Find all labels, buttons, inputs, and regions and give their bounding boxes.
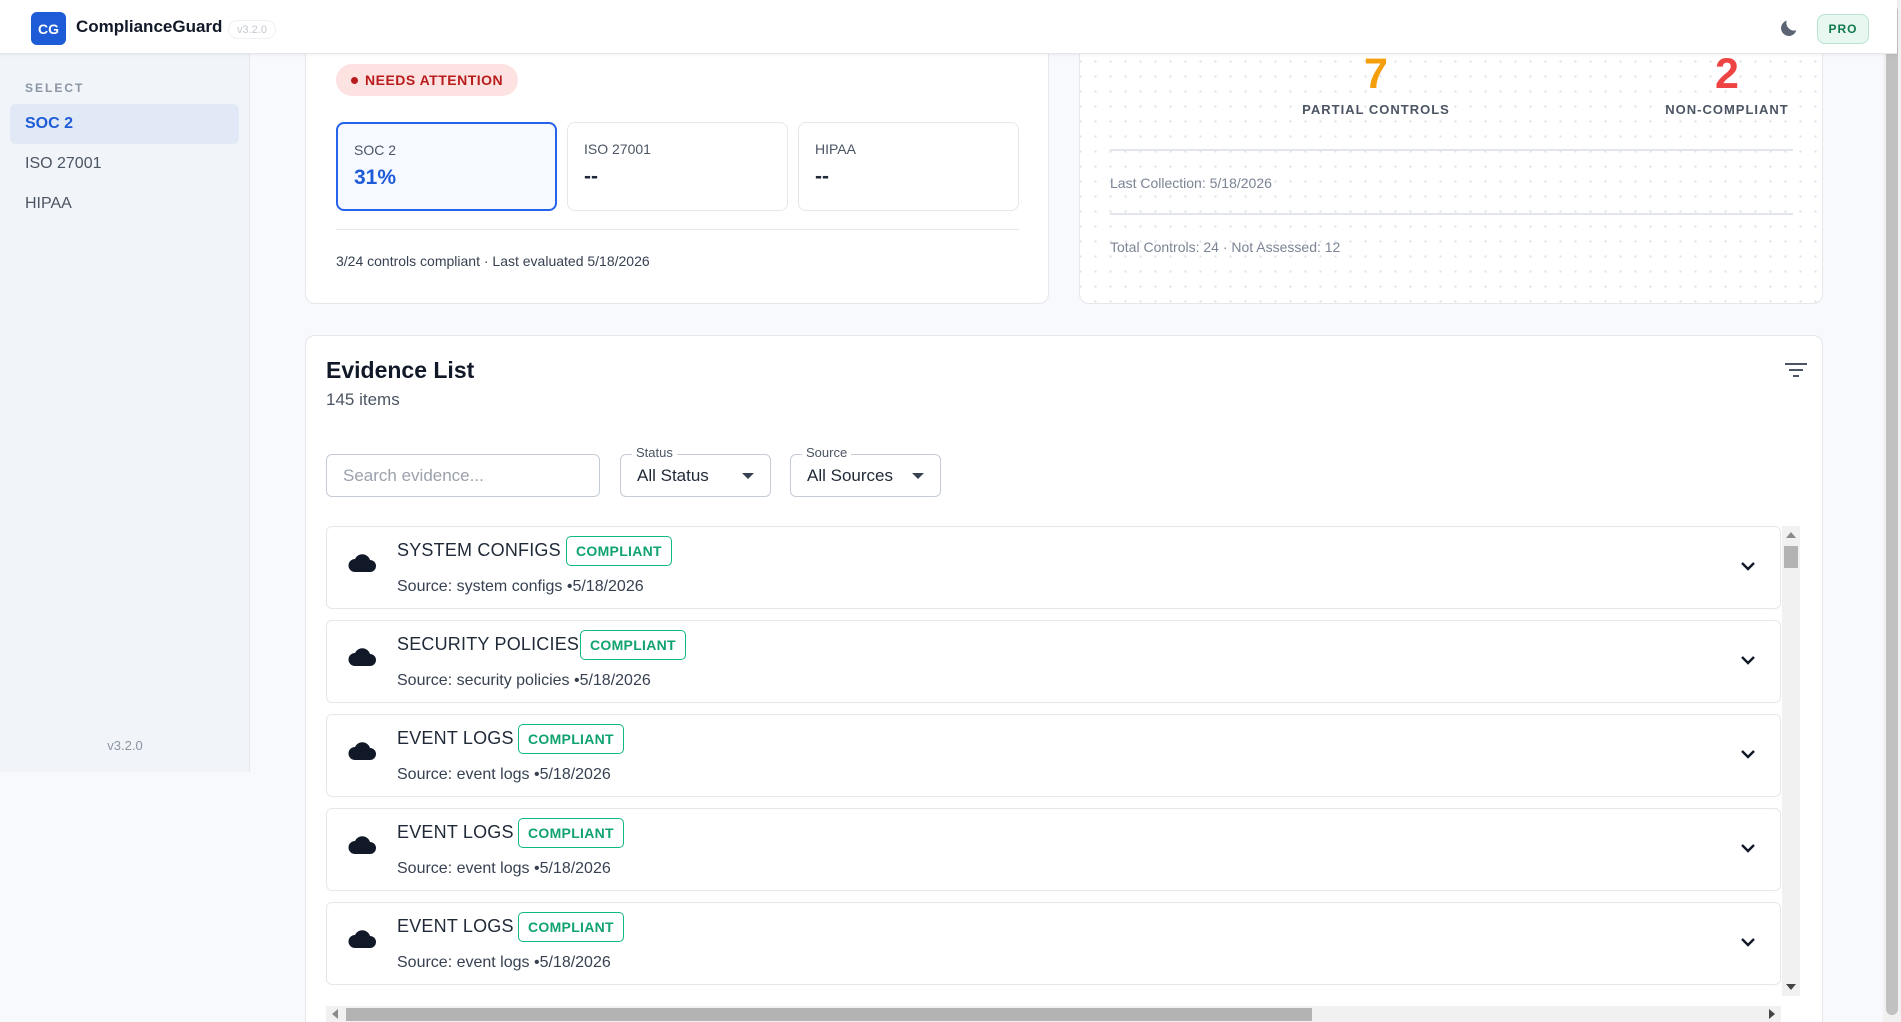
partial-controls-label: PARTIAL CONTROLS xyxy=(1302,102,1450,117)
noncompliant-label: NON-COMPLIANT xyxy=(1665,102,1789,117)
divider xyxy=(1110,213,1793,215)
status-badge: COMPLIANT xyxy=(518,724,624,754)
evidence-list-title: Evidence List xyxy=(326,357,475,383)
noncompliant-count: 2 xyxy=(1715,50,1739,98)
last-collection: Last Collection: 5/18/2026 xyxy=(1110,175,1272,191)
evidence-source: Source: system configs •5/18/2026 xyxy=(397,578,644,595)
version-chip: v3.2.0 xyxy=(228,20,276,39)
cloud-icon xyxy=(348,554,376,572)
list-item[interactable]: EVENT LOGS COMPLIANT Source: event logs … xyxy=(326,714,1781,797)
evidence-source: Source: event logs •5/18/2026 xyxy=(397,766,611,783)
pro-badge[interactable]: PRO xyxy=(1817,14,1869,44)
cloud-icon xyxy=(348,648,376,666)
chevron-down-icon[interactable] xyxy=(1739,933,1757,951)
evidence-title: EVENT LOGS xyxy=(397,728,514,748)
framework-score: -- xyxy=(584,165,598,188)
status-dot-icon xyxy=(351,76,358,84)
status-badge: COMPLIANT xyxy=(518,818,624,848)
framework-card-hipaa[interactable]: HIPAA -- xyxy=(798,122,1019,211)
evidence-source: Source: event logs •5/18/2026 xyxy=(397,954,611,971)
status-badge: COMPLIANT xyxy=(566,536,672,566)
framework-name: ISO 27001 xyxy=(584,141,651,157)
moon-icon[interactable] xyxy=(1778,17,1800,39)
cloud-icon xyxy=(348,742,376,760)
list-item[interactable]: EVENT LOGS COMPLIANT Source: event logs … xyxy=(326,902,1781,985)
scrollbar-thumb[interactable] xyxy=(1784,546,1798,568)
total-controls: Total Controls: 24 · Not Assessed: 12 xyxy=(1110,239,1341,255)
chevron-down-icon[interactable] xyxy=(1739,557,1757,575)
status-badge: COMPLIANT xyxy=(518,912,624,942)
list-item[interactable]: SECURITY POLICIES COMPLIANT Source: secu… xyxy=(326,620,1781,703)
filter-icon[interactable] xyxy=(1784,360,1808,380)
page-scrollbar[interactable] xyxy=(1883,0,1901,1022)
source-select-label: Source xyxy=(802,445,852,460)
scroll-up-icon[interactable] xyxy=(1786,532,1796,538)
status-select-label: Status xyxy=(632,445,677,460)
app-logo: CG xyxy=(31,12,66,45)
evidence-title: EVENT LOGS xyxy=(397,822,514,842)
framework-name: SOC 2 xyxy=(354,142,397,158)
status-select-value: All Status xyxy=(637,465,709,485)
chevron-down-icon[interactable] xyxy=(1739,651,1757,669)
chevron-down-icon[interactable] xyxy=(1739,745,1757,763)
chevron-down-icon xyxy=(742,473,754,479)
scrollbar-thumb[interactable] xyxy=(1886,5,1898,1015)
scroll-right-icon[interactable] xyxy=(1769,1009,1775,1019)
framework-card-soc2[interactable]: SOC 2 31% xyxy=(336,122,557,211)
status-badge-label: NEEDS ATTENTION xyxy=(365,72,504,88)
controls-summary: 3/24 controls compliant · Last evaluated… xyxy=(336,253,650,269)
stats-card: 7 PARTIAL CONTROLS 2 NON-COMPLIANT Last … xyxy=(1079,30,1823,304)
list-horizontal-scrollbar[interactable] xyxy=(326,1006,1781,1022)
evidence-source: Source: security policies •5/18/2026 xyxy=(397,672,651,689)
source-select-value: All Sources xyxy=(807,465,893,485)
compliance-overview-card: NEEDS ATTENTION SOC 2 31% ISO 27001 -- H… xyxy=(305,30,1049,304)
framework-name: HIPAA xyxy=(815,141,856,157)
divider xyxy=(336,229,1019,230)
scrollbar-thumb[interactable] xyxy=(346,1008,1312,1021)
cloud-icon xyxy=(348,836,376,854)
framework-score: 31% xyxy=(354,166,397,189)
framework-card-iso27001[interactable]: ISO 27001 -- xyxy=(567,122,788,211)
sidebar-item-soc2[interactable]: SOC 2 xyxy=(10,104,239,144)
sidebar-item-hipaa[interactable]: HIPAA xyxy=(10,184,239,224)
sidebar-item-iso27001[interactable]: ISO 27001 xyxy=(10,144,239,184)
evidence-title: EVENT LOGS xyxy=(397,916,514,936)
divider xyxy=(1110,149,1793,151)
list-vertical-scrollbar[interactable] xyxy=(1782,526,1800,996)
search-input[interactable] xyxy=(326,454,600,497)
chevron-down-icon[interactable] xyxy=(1739,839,1757,857)
sidebar: SELECT SOC 2 ISO 27001 HIPAA v3.2.0 xyxy=(0,54,250,772)
evidence-title: SECURITY POLICIES xyxy=(397,634,580,654)
app-name: ComplianceGuard xyxy=(76,17,223,36)
evidence-title: SYSTEM CONFIGS xyxy=(397,540,561,560)
status-badge: NEEDS ATTENTION xyxy=(336,64,519,96)
scroll-down-icon[interactable] xyxy=(1786,984,1796,990)
sidebar-heading: SELECT xyxy=(25,81,85,95)
evidence-list: SYSTEM CONFIGS COMPLIANT Source: system … xyxy=(326,526,1781,996)
app-header: CG ComplianceGuard v3.2.0 PRO xyxy=(0,0,1897,54)
chevron-down-icon xyxy=(912,473,924,479)
sidebar-version: v3.2.0 xyxy=(107,738,143,753)
evidence-count: 145 items xyxy=(326,390,400,409)
scroll-left-icon[interactable] xyxy=(332,1009,338,1019)
source-select[interactable]: Source All Sources xyxy=(790,445,941,497)
evidence-list-card: Evidence List 145 items Status All Statu… xyxy=(305,335,1823,1022)
partial-controls-count: 7 xyxy=(1364,50,1388,98)
status-select[interactable]: Status All Status xyxy=(620,445,771,497)
status-badge: COMPLIANT xyxy=(580,630,686,660)
framework-score: -- xyxy=(815,165,829,188)
evidence-source: Source: event logs •5/18/2026 xyxy=(397,860,611,877)
list-item[interactable]: SYSTEM CONFIGS COMPLIANT Source: system … xyxy=(326,526,1781,609)
list-item[interactable]: EVENT LOGS COMPLIANT Source: event logs … xyxy=(326,808,1781,891)
cloud-icon xyxy=(348,930,376,948)
